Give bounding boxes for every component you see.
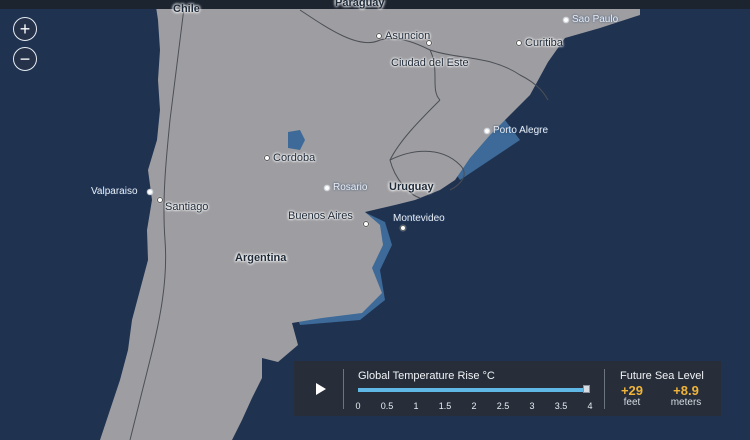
city-name: Montevideo xyxy=(393,213,445,224)
city-dot xyxy=(484,127,490,134)
sea-level-title: Future Sea Level xyxy=(620,370,704,382)
slider-tick-label: 0 xyxy=(355,401,361,411)
city-dot xyxy=(563,16,569,23)
slider-tick-label: 0.5 xyxy=(380,401,394,411)
slider-tick-label: 3.5 xyxy=(554,401,568,411)
slider-tick-label: 2.5 xyxy=(496,401,510,411)
city-label-montevideo-marker xyxy=(400,225,406,231)
city-name: Asuncion xyxy=(385,30,431,42)
city-label-ciudad-del-este: Ciudad del Este xyxy=(391,57,469,69)
city-name: Santiago xyxy=(165,201,209,213)
zoom-in-button[interactable]: + xyxy=(13,17,37,41)
city-label-ciudad-del-este-marker xyxy=(426,40,432,46)
city-name: Valparaiso xyxy=(91,186,138,197)
city-name: Ciudad del Este xyxy=(391,57,469,69)
city-label-santiago-marker xyxy=(157,197,163,203)
slider-fill xyxy=(358,388,590,392)
city-dot xyxy=(376,33,382,39)
panel-divider xyxy=(604,369,605,409)
city-name: Cordoba xyxy=(273,152,316,164)
city-name: Buenos Aires xyxy=(288,210,353,222)
city-dot xyxy=(400,225,406,231)
slider-tick-label: 4 xyxy=(587,401,593,411)
city-dot xyxy=(157,197,163,203)
city-label-porto-alegre: Porto Alegre xyxy=(484,125,548,136)
zoom-out-button[interactable]: − xyxy=(13,47,37,71)
city-label-buenos-aires: Buenos Aires xyxy=(288,210,353,222)
city-name: Porto Alegre xyxy=(493,125,549,136)
sea-level-panel: Global Temperature Rise °C 0 0.5 1 1.5 2 2.5 3… xyxy=(294,361,721,416)
city-label-rosario: Rosario xyxy=(324,182,367,193)
temperature-slider[interactable] xyxy=(358,385,590,393)
slider-tick-label: 1 xyxy=(413,401,419,411)
play-button[interactable] xyxy=(310,379,330,399)
country-label-argentina: Argentina xyxy=(235,252,287,264)
city-dot xyxy=(516,40,522,46)
country-label-uruguay: Uruguay xyxy=(389,181,434,193)
temperature-title: Global Temperature Rise °C xyxy=(358,370,495,382)
sea-level-meters-value: +8.9 xyxy=(673,383,699,398)
city-name: Rosario xyxy=(333,182,368,193)
sea-level-meters-label: meters xyxy=(670,397,702,408)
city-dot xyxy=(264,155,270,161)
city-dot xyxy=(324,184,330,191)
country-label-chile: Chile xyxy=(173,3,200,15)
slider-ticks: 0 0.5 1 1.5 2 2.5 3 3.5 4 xyxy=(355,401,593,413)
city-label-santiago: Santiago xyxy=(165,201,208,213)
city-dot xyxy=(426,40,432,46)
country-label-paraguay: Paraguay xyxy=(335,0,385,9)
city-label-valparaiso: Valparaiso xyxy=(91,186,153,197)
slider-handle[interactable] xyxy=(583,385,590,393)
slider-tick-label: 1.5 xyxy=(438,401,452,411)
sea-level-feet-label: feet xyxy=(623,397,641,408)
city-label-buenos-aires-marker xyxy=(363,221,369,227)
play-icon xyxy=(316,383,326,395)
map-view[interactable]: + − Chile Paraguay Uruguay Argentina Asu… xyxy=(0,0,750,440)
city-label-montevideo: Montevideo xyxy=(393,213,445,224)
city-label-sao-paulo: Sao Paulo xyxy=(563,14,618,25)
city-name: Sao Paulo xyxy=(572,14,619,25)
slider-tick-label: 3 xyxy=(529,401,535,411)
city-name: Curitiba xyxy=(525,37,563,49)
city-label-cordoba: Cordoba xyxy=(264,152,315,164)
slider-tick-label: 2 xyxy=(471,401,477,411)
city-label-curitiba: Curitiba xyxy=(516,37,563,49)
panel-divider xyxy=(343,369,344,409)
city-label-asuncion: Asuncion xyxy=(376,30,430,42)
city-dot xyxy=(363,221,369,227)
sea-level-feet-value: +29 xyxy=(620,383,644,398)
city-dot xyxy=(146,188,153,195)
